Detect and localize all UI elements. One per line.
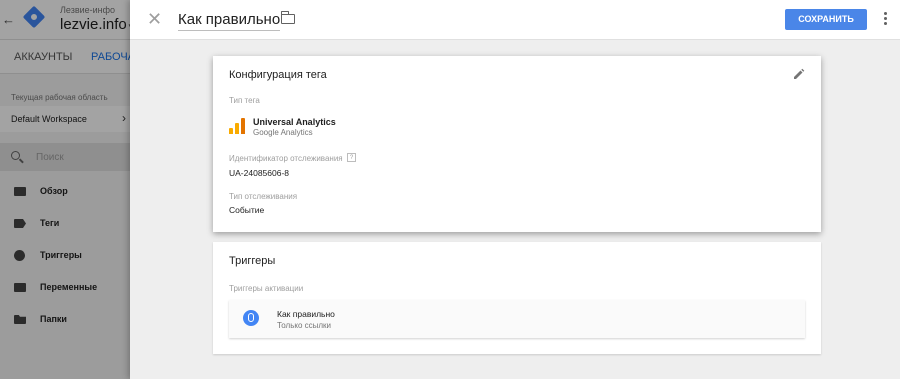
tag-type-name: Universal Analytics [253,117,336,127]
tag-type-vendor: Google Analytics [253,128,313,137]
pencil-icon[interactable] [793,68,805,80]
tracking-id-value: UA-24085606-8 [229,168,290,178]
folder-icon[interactable] [280,11,295,24]
track-type-value: Событие [229,205,265,215]
panel-header: ✕ Как правильно Сохранить [130,0,900,40]
firing-triggers-label: Триггеры активации [229,284,304,293]
more-vert-icon[interactable] [880,11,890,27]
track-type-label: Тип отслеживания [229,192,298,201]
card-title: Триггеры [229,255,276,267]
tag-editor-panel: ✕ Как правильно Сохранить Конфигурация т… [130,0,900,379]
close-icon[interactable]: ✕ [147,9,162,29]
save-button[interactable]: Сохранить [785,9,867,30]
tracking-id-label: Идентификатор отслеживания [229,154,343,163]
card-title: Конфигурация тега [229,69,327,81]
click-trigger-icon [243,310,259,326]
trigger-subtitle: Только ссылки [277,321,332,330]
trigger-item[interactable]: Как правильно Только ссылки [229,300,805,338]
triggers-card[interactable]: Триггеры Триггеры активации Как правильн… [213,242,821,354]
trigger-name: Как правильно [277,309,335,319]
google-analytics-icon [229,118,245,134]
tag-type-label: Тип тега [229,96,260,105]
tag-name-input[interactable]: Как правильно [178,11,281,31]
tag-configuration-card[interactable]: Конфигурация тега Тип тега Universal Ana… [213,56,821,232]
help-icon[interactable]: ? [347,153,356,162]
